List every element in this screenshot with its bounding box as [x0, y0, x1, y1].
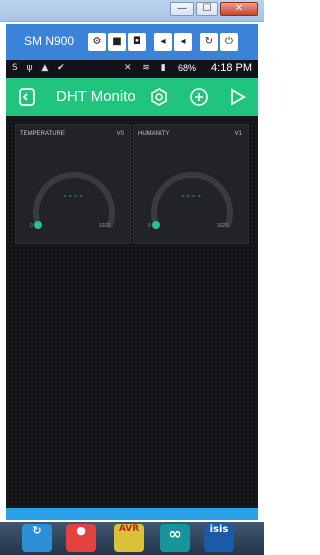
dashboard: TEMPERATURE V0 ---- 0 1023 HUMANITY V1 -…	[6, 116, 258, 508]
bascom-avr-app-icon[interactable]: AVR	[114, 524, 144, 552]
isis-app-icon[interactable]: isis	[204, 524, 234, 552]
device-name: SM N900	[24, 34, 75, 48]
app-header: DHT Monito	[6, 78, 258, 116]
gauge-value: ----	[63, 191, 85, 202]
play-icon[interactable]	[226, 86, 248, 108]
humidity-gauge[interactable]: HUMANITY V1 ---- 0 1023	[133, 124, 249, 244]
volume-down-icon[interactable]: ◂	[154, 33, 172, 51]
rotate-icon[interactable]: ↻	[200, 33, 218, 51]
gauge-arc	[151, 171, 233, 229]
minimize-button[interactable]: —	[170, 2, 194, 16]
gauge-max: 1023	[216, 223, 228, 229]
phone-screen: S ψ ▲ ✔ ✕ ≋ ▮ 68% 4:18 PM DHT Monito TEM…	[6, 60, 258, 520]
sync-app-icon[interactable]: ↻	[22, 524, 52, 552]
gauge-pin: V1	[234, 131, 242, 137]
gauge-arc	[33, 171, 115, 229]
gear-icon[interactable]: ⚙	[88, 33, 106, 51]
status-bar: S ψ ▲ ✔ ✕ ≋ ▮ 68% 4:18 PM	[6, 60, 258, 78]
back-icon[interactable]	[16, 86, 38, 108]
windows-taskbar: ↻ ● AVR ∞ isis	[0, 522, 264, 555]
window-title-bar: — ☐ ✕	[0, 0, 264, 22]
power-icon[interactable]: ⏻	[220, 33, 238, 51]
close-button[interactable]: ✕	[220, 2, 258, 16]
navigation-bar	[6, 508, 258, 520]
gauge-label: HUMANITY	[138, 131, 170, 137]
gauge-min: 0	[148, 223, 151, 229]
gauge-label: TEMPERATURE	[20, 131, 65, 137]
notification-icons: S ψ ▲ ✔	[12, 63, 68, 73]
temperature-gauge[interactable]: TEMPERATURE V0 ---- 0 1023	[15, 124, 131, 244]
battery-level: 68%	[178, 63, 197, 73]
clock: 4:18 PM	[211, 62, 252, 74]
gauge-knob	[152, 221, 160, 229]
gauge-pin: V0	[116, 131, 124, 137]
gauge-value: ----	[181, 191, 203, 202]
add-icon[interactable]	[188, 86, 210, 108]
signal-icons: ✕ ≋ ▮	[124, 63, 170, 73]
gauge-knob	[34, 221, 42, 229]
video-camera-icon[interactable]: ■	[108, 33, 126, 51]
emulator-toolbar: SM N900 ⚙ ■ ◘ ◂ ◂ ↻ ⏻	[6, 24, 258, 60]
project-title: DHT Monito	[56, 88, 136, 105]
gauge-min: 0	[30, 223, 33, 229]
maximize-button[interactable]: ☐	[196, 2, 218, 16]
camera-icon[interactable]: ◘	[128, 33, 146, 51]
arduino-app-icon[interactable]: ∞	[160, 524, 190, 552]
gauge-max: 1023	[98, 223, 110, 229]
settings-hex-icon[interactable]	[148, 86, 170, 108]
volume-up-icon[interactable]: ◂	[174, 33, 192, 51]
ladybug-app-icon[interactable]: ●	[66, 524, 96, 552]
